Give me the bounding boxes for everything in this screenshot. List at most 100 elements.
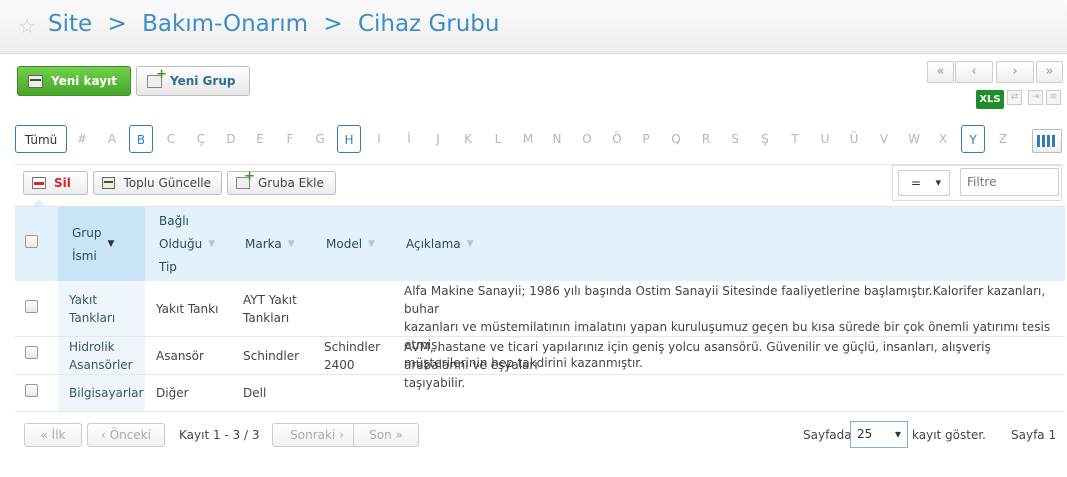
new-record-label: Yeni kayıt [51,74,117,88]
cell-group-name: Yakıt Tankları [58,281,145,336]
alphabet-letter-button[interactable]: A [100,125,124,153]
footer-last-button[interactable]: Son » [353,423,419,447]
breadcrumb-separator: > [107,11,127,37]
breadcrumb-maintenance[interactable]: Bakım-Onarım [142,11,308,37]
table-row[interactable]: Yakıt Tankları Yakıt Tankı AYT Yakıt Tan… [15,281,1065,370]
record-info: Kayıt 1 - 3 / 3 [179,428,260,442]
alphabet-letter-button[interactable]: F [278,125,302,153]
pager-last-button[interactable]: » [1036,61,1063,83]
alphabet-letter-button[interactable]: B [129,125,153,153]
alphabet-letter-button[interactable]: U [813,125,837,153]
alphabet-letter-button[interactable]: Ü [842,125,866,153]
column-group-name[interactable]: Grup İsmi ▼ [58,207,145,282]
alphabet-letter-button[interactable]: E [248,125,272,153]
page-size-select[interactable]: 25 [850,421,908,448]
export-settings-icon[interactable]: ≡ [1046,90,1061,105]
column-brand-label: Marka [245,237,282,251]
footer-next-button[interactable]: Sonraki › [272,423,362,447]
cell-group-name: Bilgisayarlar [58,375,145,411]
cell-text: Schindler [324,340,381,354]
pager-first-button[interactable]: « [927,61,954,83]
cell-text: Alfa Makine Sanayii; 1986 yılı başında O… [404,284,1046,316]
new-group-label: Yeni Grup [170,74,236,88]
sort-icon: ▼ [287,239,295,249]
cell-bound-type: Diğer [156,386,189,400]
cell-group-name: Hidrolik Asansörler [58,337,145,374]
column-bound-type-line3: Tip [159,260,177,274]
row-checkbox[interactable] [25,346,38,359]
page-header: ☆ Site > Bakım-Onarım > Cihaz Grubu [0,0,1067,54]
alphabet-letter-button[interactable]: S [723,125,747,153]
alphabet-letter-button[interactable]: Ç [189,125,213,153]
cell-text: 2400 [324,358,355,372]
column-group-name-line1: Grup [72,225,102,240]
alphabet-letter-button[interactable]: Q [664,125,688,153]
alphabet-letter-button[interactable]: W [902,125,926,153]
table-row[interactable]: Hidrolik Asansörler Asansör Schindler Sc… [15,337,1065,390]
alphabet-letter-button[interactable]: Y [961,125,985,153]
delete-button[interactable]: Sil [23,171,88,195]
alphabet-letter-button[interactable]: T [783,125,807,153]
alphabet-letter-button[interactable]: İ [397,125,421,153]
alphabet-letter-button[interactable]: D [219,125,243,153]
sort-icon: ▼ [368,239,375,249]
cell-brand: Schindler [243,349,300,363]
alphabet-letter-button[interactable]: G [308,125,332,153]
alphabet-letter-button[interactable]: C [159,125,183,153]
page-indicator: Sayfa 1 [1011,428,1057,442]
new-group-button[interactable]: Yeni Grup [136,66,250,96]
filter-input[interactable] [960,168,1059,196]
alphabet-letter-button[interactable]: X [931,125,955,153]
column-description[interactable]: Açıklama ▼ [392,207,592,282]
export-import-icon[interactable]: ⇥ [1028,90,1043,105]
export-arrows-icon[interactable]: ⇄ [1007,90,1022,105]
filter-operator-select[interactable]: = [898,170,950,196]
table-row[interactable]: Bilgisayarlar Diğer Dell [15,375,1065,412]
cell-text: Asansörler [69,358,133,372]
export-xls-button[interactable]: XLS [976,90,1004,109]
table-header: Grup İsmi ▼ Bağlı Olduğu Tip ▼ Marka ▼ M… [15,206,1065,282]
alphabet-letter-button[interactable]: K [456,125,480,153]
add-to-group-label: Gruba Ekle [258,176,324,190]
column-model[interactable]: Model ▼ [312,207,392,282]
alphabet-letter-button[interactable]: N [545,125,569,153]
alphabet-all-button[interactable]: Tümü [15,125,67,153]
sort-icon: ▼ [466,239,474,249]
cell-bound-type: Yakıt Tankı [156,302,219,316]
cell-text: Tankları [69,311,116,325]
cell-text: Hidrolik [69,340,115,354]
row-checkbox[interactable] [25,384,38,397]
alphabet-letter-button[interactable]: I [367,125,391,153]
bulk-update-button[interactable]: Toplu Güncelle [93,171,222,195]
row-checkbox[interactable] [25,300,38,313]
breadcrumb-site[interactable]: Site [48,11,92,37]
alphabet-letter-button[interactable]: R [694,125,718,153]
favorite-star-icon[interactable]: ☆ [18,14,36,38]
pager-prev-button[interactable]: ‹ [955,61,993,83]
new-record-button[interactable]: Yeni kayıt [17,66,131,96]
column-bound-type[interactable]: Bağlı Olduğu Tip ▼ [146,207,231,282]
add-group-icon [147,67,167,88]
cell-text: Tankları [243,311,290,325]
column-group-name-line2: İsmi [72,248,97,263]
add-to-group-button[interactable]: Gruba Ekle [227,169,336,195]
alphabet-letter-button[interactable]: Z [991,125,1015,153]
alphabet-letter-button[interactable]: M [516,125,540,153]
alphabet-letter-button[interactable]: P [634,125,658,153]
alphabet-letter-button[interactable]: V [872,125,896,153]
alphabet-filter: Tümü # A B C Ç D E F G H I İ J K L M N O Ö P Q R S Ş T U Ü V W X Y Z [0,123,1067,157]
footer-prev-button[interactable]: ‹ Önceki [87,423,165,447]
alphabet-letter-button[interactable]: J [426,125,450,153]
column-brand[interactable]: Marka ▼ [231,207,311,282]
columns-icon[interactable] [1032,129,1062,153]
alphabet-letter-button[interactable]: O [575,125,599,153]
alphabet-letter-button[interactable]: L [486,125,510,153]
alphabet-letter-button[interactable]: Ö [605,125,629,153]
alphabet-letter-button[interactable]: # [70,125,94,153]
alphabet-letter-button[interactable]: Ş [753,125,777,153]
pager-next-button[interactable]: › [996,61,1034,83]
select-all-checkbox[interactable] [25,235,38,248]
footer-first-button[interactable]: « İlk [24,423,82,447]
breadcrumb: Site > Bakım-Onarım > Cihaz Grubu [48,11,507,37]
alphabet-letter-button[interactable]: H [337,125,361,153]
